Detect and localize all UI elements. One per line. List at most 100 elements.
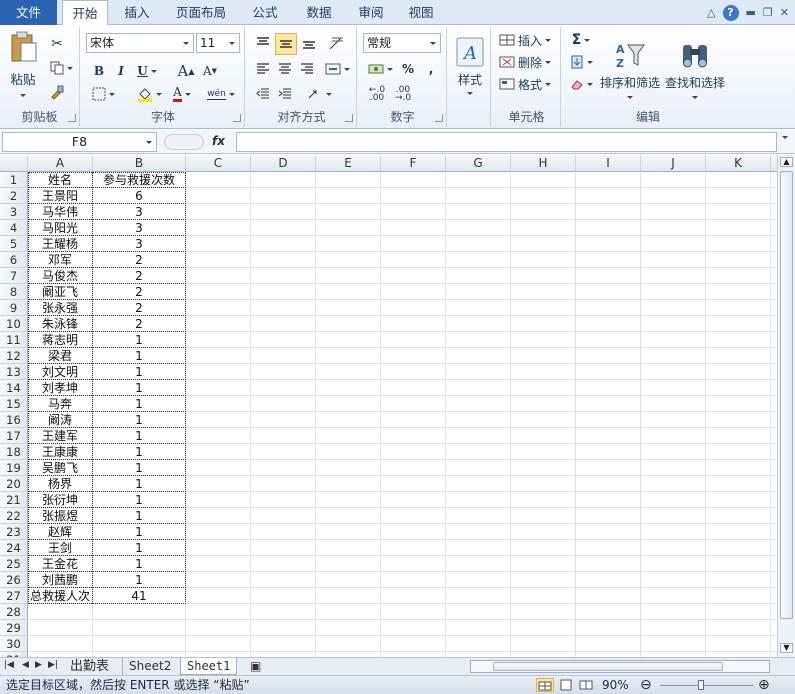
phonetic-button[interactable]: wén (206, 85, 236, 103)
tab-review[interactable]: 审阅 (348, 0, 394, 25)
help-icon[interactable]: ? (722, 4, 739, 21)
restore-icon[interactable]: ❐ (763, 6, 773, 19)
scroll-thumb[interactable] (780, 171, 793, 619)
align-left-icon[interactable] (253, 59, 273, 79)
first-sheet-icon[interactable]: |◀ (4, 660, 14, 670)
align-middle-icon[interactable] (275, 33, 297, 55)
fill-button[interactable] (567, 53, 595, 71)
row-header[interactable]: 17 (0, 428, 28, 444)
autosum-button[interactable]: Σ (567, 31, 595, 49)
column-header-d[interactable]: D (251, 155, 316, 172)
increase-decimal-icon[interactable]: ←.0.00 (365, 85, 389, 103)
row-header[interactable]: 10 (0, 316, 28, 332)
decrease-indent-icon[interactable] (253, 85, 273, 103)
row-header[interactable]: 27 (0, 588, 28, 604)
styles-button[interactable]: A 样式 (453, 31, 487, 101)
column-header-c[interactable]: C (186, 155, 251, 172)
formula-bar-grip[interactable] (164, 134, 204, 150)
font-launcher-icon[interactable] (233, 114, 241, 122)
cell-name[interactable] (28, 620, 92, 636)
tab-view[interactable]: 视图 (398, 0, 444, 25)
column-header-i[interactable]: I (576, 155, 641, 172)
row-header[interactable]: 21 (0, 492, 28, 508)
insert-sheet-icon[interactable]: ▣ (244, 658, 267, 675)
minimize-ribbon-icon[interactable]: △ (707, 6, 715, 19)
row-header[interactable]: 22 (0, 508, 28, 524)
number-launcher-icon[interactable] (435, 114, 443, 122)
minimize-icon[interactable]: ▬ (746, 6, 756, 19)
tab-formulas[interactable]: 公式 (242, 0, 288, 25)
row-header[interactable]: 26 (0, 572, 28, 588)
last-sheet-icon[interactable]: ▶| (48, 660, 58, 670)
align-bottom-icon[interactable] (299, 33, 319, 53)
row-header[interactable]: 20 (0, 476, 28, 492)
accounting-format-icon[interactable] (365, 60, 395, 78)
row-header[interactable]: 18 (0, 444, 28, 460)
normal-view-icon[interactable] (536, 678, 554, 692)
row-header[interactable]: 12 (0, 348, 28, 364)
row-header[interactable]: 9 (0, 300, 28, 316)
align-center-icon[interactable] (275, 59, 295, 79)
row-header[interactable]: 11 (0, 332, 28, 348)
row-header[interactable]: 13 (0, 364, 28, 380)
scroll-up-icon[interactable]: ▲ (780, 157, 793, 167)
page-layout-view-icon[interactable] (558, 678, 574, 692)
row-header[interactable]: 6 (0, 252, 28, 268)
row-header[interactable]: 29 (0, 620, 28, 636)
row-header[interactable]: 1 (0, 172, 28, 188)
cell-count[interactable] (93, 620, 185, 636)
hscroll-thumb[interactable] (493, 662, 723, 671)
grow-font-button[interactable]: A ▲ (176, 62, 196, 80)
wrap-text-icon[interactable] (305, 85, 333, 103)
cell-count[interactable] (93, 604, 185, 620)
zoom-slider[interactable] (660, 685, 754, 686)
paste-button[interactable]: 粘贴 (5, 31, 41, 97)
format-cells-button[interactable]: 格式 (499, 75, 559, 93)
scroll-down-icon[interactable]: ▼ (780, 643, 793, 653)
formula-input[interactable] (236, 132, 777, 152)
format-painter-icon[interactable] (48, 83, 66, 101)
column-header-e[interactable]: E (316, 155, 381, 172)
row-header[interactable]: 5 (0, 236, 28, 252)
horizontal-scrollbar[interactable] (470, 660, 770, 673)
clipboard-launcher-icon[interactable] (68, 114, 76, 122)
row-header[interactable]: 23 (0, 524, 28, 540)
column-header-j[interactable]: J (641, 155, 706, 172)
row-header[interactable]: 2 (0, 188, 28, 204)
column-header-a[interactable]: A (28, 155, 93, 172)
worksheet-grid[interactable]: A B C D E F G H I J K 1 姓名 参与救援次数 2 王景阳 6 3 马华伟 3 4 马阳光 3 5 王耀杨 3… (0, 155, 777, 657)
row-header[interactable]: 14 (0, 380, 28, 396)
find-select-button[interactable]: 查找和选择 (663, 31, 727, 109)
cut-icon[interactable]: ✂ (48, 35, 66, 53)
insert-function-button[interactable]: fx (212, 134, 225, 148)
name-box[interactable]: F8 (2, 132, 157, 152)
tab-data[interactable]: 数据 (296, 0, 342, 25)
row-header[interactable]: 8 (0, 284, 28, 300)
sheet-tab-sheet1[interactable]: Sheet1 (180, 658, 238, 675)
select-all-corner[interactable] (0, 155, 28, 172)
tab-home[interactable]: 开始 (62, 0, 108, 26)
column-header-h[interactable]: H (511, 155, 576, 172)
column-header-g[interactable]: G (446, 155, 511, 172)
percent-style-button[interactable]: % (399, 60, 417, 78)
tab-insert[interactable]: 插入 (114, 0, 160, 25)
prev-sheet-icon[interactable]: ◀ (22, 660, 29, 670)
orientation-icon[interactable] (325, 33, 349, 53)
row-header[interactable]: 16 (0, 412, 28, 428)
expand-formula-bar-icon[interactable] (782, 136, 788, 139)
merge-center-icon[interactable] (323, 59, 351, 79)
column-header-b[interactable]: B (93, 155, 186, 172)
fill-color-button[interactable] (134, 85, 164, 103)
insert-cells-button[interactable]: 插入 (499, 31, 559, 49)
row-header[interactable]: 24 (0, 540, 28, 556)
vertical-scrollbar[interactable]: ▲ ▼ (777, 155, 795, 657)
row-header[interactable]: 28 (0, 604, 28, 620)
increase-indent-icon[interactable] (275, 85, 295, 103)
zoom-in-icon[interactable]: ⊕ (758, 676, 770, 694)
clear-button[interactable] (567, 75, 595, 93)
sheet-tab-sheet2[interactable]: Sheet2 (122, 658, 177, 675)
delete-cells-button[interactable]: 删除 (499, 53, 559, 71)
align-right-icon[interactable] (297, 59, 317, 79)
sort-filter-button[interactable]: AZ 排序和筛选 (599, 31, 661, 109)
row-header[interactable]: 3 (0, 204, 28, 220)
